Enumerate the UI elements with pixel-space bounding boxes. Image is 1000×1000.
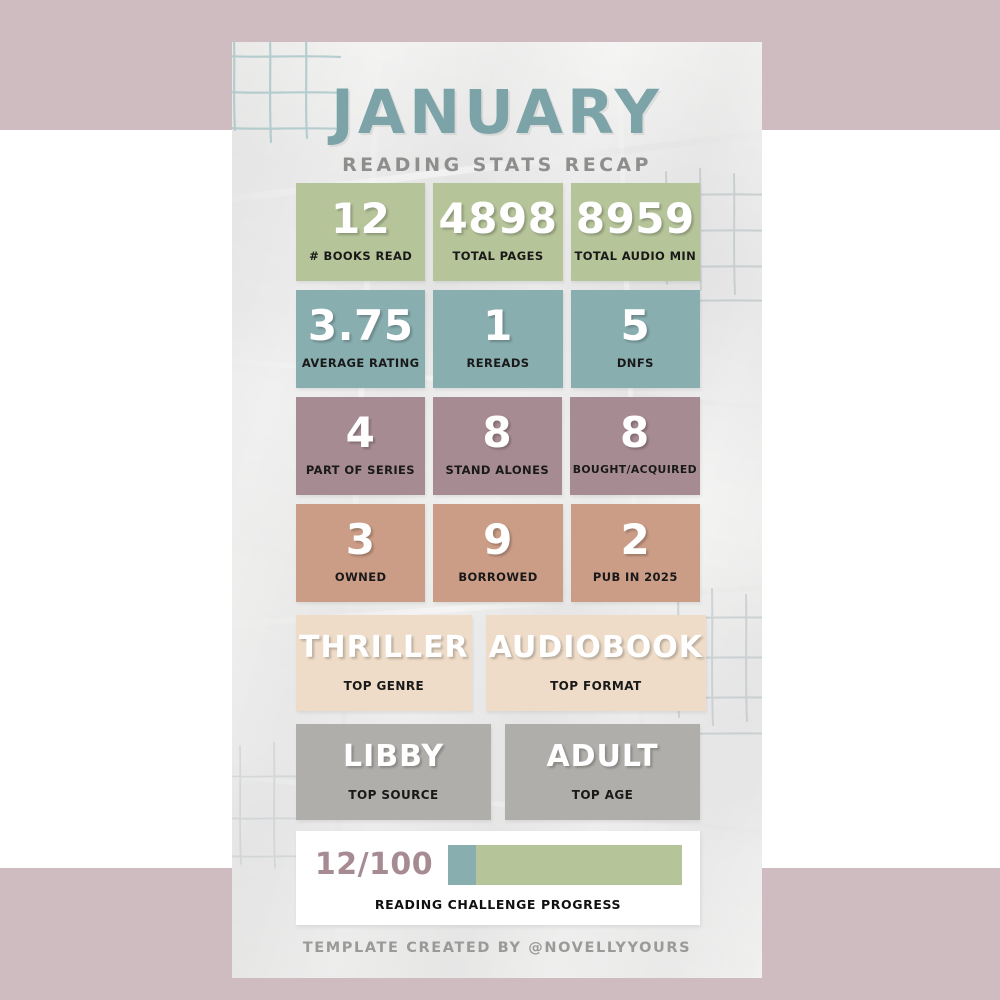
stat-label: PUB IN 2025: [592, 569, 678, 584]
stat-value: 12: [330, 193, 391, 243]
progress-count: 12/100: [314, 847, 434, 882]
highlight-value: LIBBY: [342, 739, 445, 774]
stat-value: 8: [482, 407, 513, 457]
page-title: JANUARY: [331, 77, 663, 148]
stat-card-rereads[interactable]: 1 REREADS: [433, 290, 563, 388]
page-subtitle: READING STATS RECAP: [342, 154, 652, 176]
stat-card-stand-alones[interactable]: 8 STAND ALONES: [432, 397, 562, 495]
stat-value: 9: [483, 514, 513, 564]
stat-value: 1: [483, 300, 513, 350]
progress-row: 12/100: [314, 844, 682, 885]
stat-card-borrowed[interactable]: 9 BORROWED: [433, 504, 563, 602]
highlight-card-top-age[interactable]: ADULT TOP AGE: [505, 724, 700, 820]
highlight-value: AUDIOBOOK: [488, 630, 704, 665]
highlight-label: TOP AGE: [571, 788, 634, 802]
stat-label: REREADS: [466, 355, 530, 370]
highlight-value: ADULT: [546, 739, 659, 774]
stat-card-owned[interactable]: 3 OWNED: [296, 504, 426, 602]
stat-card-total-audio-min[interactable]: 8959 TOTAL AUDIO MIN: [570, 183, 700, 281]
progress-track[interactable]: [448, 844, 682, 885]
highlight-card-top-source[interactable]: LIBBY TOP SOURCE: [296, 724, 491, 820]
stat-label: DNFS: [616, 355, 654, 370]
grid-doodle-left-low: [232, 742, 302, 869]
progress-fill: [448, 844, 477, 885]
stat-label: BOUGHT/ACQUIRED: [572, 463, 697, 476]
highlight-card-top-format[interactable]: AUDIOBOOK TOP FORMAT: [485, 615, 707, 711]
stat-value: 8959: [575, 193, 695, 243]
header: JANUARY READING STATS RECAP: [232, 82, 762, 176]
highlight-label: TOP GENRE: [343, 679, 425, 693]
progress-label: READING CHALLENGE PROGRESS: [374, 896, 622, 912]
stat-card-total-pages[interactable]: 4898 TOTAL PAGES: [433, 183, 563, 281]
stat-value: 3.75: [307, 300, 414, 350]
stat-label: # BOOKS READ: [309, 248, 413, 263]
stat-card-pub-in-2025[interactable]: 2 PUB IN 2025: [570, 504, 700, 602]
paper-panel: JANUARY READING STATS RECAP 12 # BOOKS R…: [232, 42, 762, 978]
stat-value: 5: [620, 300, 651, 350]
stat-value: 2: [620, 514, 651, 564]
stat-value: 8: [619, 408, 650, 457]
stat-card-bought-acquired[interactable]: 8 BOUGHT/ACQUIRED: [569, 397, 700, 495]
stat-card-part-of-series[interactable]: 4 PART OF SERIES: [296, 397, 425, 495]
stat-value: 4898: [438, 193, 558, 243]
stat-row-teal: 3.75 AVERAGE RATING 1 REREADS 5 DNFS: [296, 290, 700, 388]
stat-label: PART OF SERIES: [305, 462, 415, 477]
highlight-row-gray: LIBBY TOP SOURCE ADULT TOP AGE: [296, 724, 700, 820]
stat-label: TOTAL AUDIO MIN: [574, 248, 697, 263]
stat-card-average-rating[interactable]: 3.75 AVERAGE RATING: [296, 290, 426, 388]
infographic-canvas: JANUARY READING STATS RECAP 12 # BOOKS R…: [0, 0, 1000, 1000]
stat-label: AVERAGE RATING: [301, 355, 420, 370]
stat-value: 4: [345, 407, 376, 457]
stat-value: 3: [345, 514, 376, 564]
stat-row-green: 12 # BOOKS READ 4898 TOTAL PAGES 8959 TO…: [296, 183, 700, 281]
stat-label: BORROWED: [458, 569, 538, 584]
highlight-value: THRILLER: [299, 630, 469, 665]
stats-grid: 12 # BOOKS READ 4898 TOTAL PAGES 8959 TO…: [296, 183, 707, 925]
stat-label: STAND ALONES: [445, 462, 550, 477]
highlight-card-top-genre[interactable]: THRILLER TOP GENRE: [296, 615, 472, 711]
stat-card-dnfs[interactable]: 5 DNFS: [570, 290, 700, 388]
highlight-label: TOP SOURCE: [348, 788, 439, 802]
footer-credit: TEMPLATE CREATED BY @NOVELLYYOURS: [302, 940, 692, 956]
stat-label: OWNED: [334, 569, 387, 584]
highlight-label: TOP FORMAT: [550, 679, 642, 693]
reading-challenge-block[interactable]: 12/100 READING CHALLENGE PROGRESS: [296, 831, 700, 925]
stat-label: TOTAL PAGES: [452, 248, 544, 263]
highlight-row-cream: THRILLER TOP GENRE AUDIOBOOK TOP FORMAT: [296, 615, 707, 711]
stat-card-books-read[interactable]: 12 # BOOKS READ: [296, 183, 426, 281]
stat-row-mauve: 4 PART OF SERIES 8 STAND ALONES 8 BOUGHT…: [296, 397, 700, 495]
stat-row-terracotta: 3 OWNED 9 BORROWED 2 PUB IN 2025: [296, 504, 700, 602]
